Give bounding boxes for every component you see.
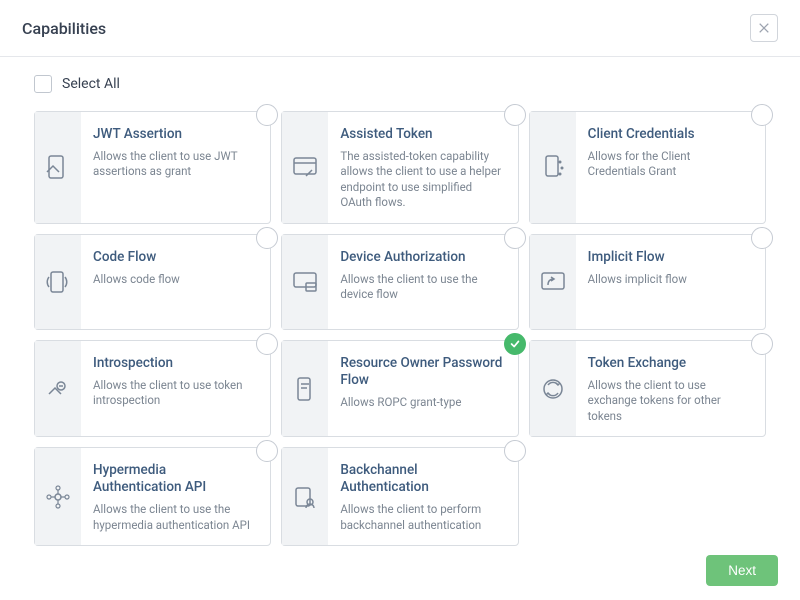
card-select-radio[interactable] [751, 104, 773, 126]
close-button[interactable] [750, 14, 778, 42]
card-content: Resource Owner Password Flow Allows ROPC … [328, 341, 517, 436]
card-content: JWT Assertion Allows the client to use JW… [81, 112, 270, 223]
ropc-icon [282, 341, 328, 436]
card-title: Client Credentials [588, 126, 751, 143]
capability-card-client-credentials[interactable]: Client Credentials Allows for the Client … [529, 111, 766, 224]
next-button[interactable]: Next [706, 555, 778, 586]
card-description: Allows for the Client Credentials Grant [588, 149, 751, 180]
select-all-label: Select All [62, 76, 120, 92]
card-content: Device Authorization Allows the client to… [328, 235, 517, 329]
select-all-checkbox[interactable]: Select All [34, 75, 766, 93]
card-select-radio[interactable] [751, 333, 773, 355]
card-title: Hypermedia Authentication API [93, 462, 256, 496]
card-description: Allows the client to use JWT assertions … [93, 149, 256, 180]
card-title: JWT Assertion [93, 126, 256, 143]
card-select-radio[interactable] [256, 333, 278, 355]
card-description: Allows the client to perform backchannel… [340, 502, 503, 533]
card-title: Implicit Flow [588, 249, 751, 266]
card-content: Introspection Allows the client to use to… [81, 341, 270, 436]
card-select-radio[interactable] [751, 227, 773, 249]
card-select-radio[interactable] [504, 440, 526, 462]
card-select-radio[interactable] [504, 227, 526, 249]
introspection-icon [35, 341, 81, 436]
card-title: Resource Owner Password Flow [340, 355, 503, 389]
card-description: Allows the client to use token introspec… [93, 378, 256, 409]
token-exchange-icon [530, 341, 576, 436]
card-content: Assisted Token The assisted-token capabil… [328, 112, 517, 223]
card-select-radio[interactable] [256, 104, 278, 126]
device-authorization-icon [282, 235, 328, 329]
backchannel-icon [282, 448, 328, 545]
card-description: Allows the client to use exchange tokens… [588, 378, 751, 425]
capability-card-code-flow[interactable]: Code Flow Allows code flow [34, 234, 271, 330]
capability-card-hypermedia[interactable]: Hypermedia Authentication API Allows the … [34, 447, 271, 546]
card-content: Implicit Flow Allows implicit flow [576, 235, 765, 329]
capability-card-ropc[interactable]: Resource Owner Password Flow Allows ROPC … [281, 340, 518, 437]
page-title: Capabilities [22, 19, 106, 38]
card-content: Client Credentials Allows for the Client … [576, 112, 765, 223]
capability-card-backchannel[interactable]: Backchannel Authentication Allows the cli… [281, 447, 518, 546]
card-description: Allows code flow [93, 272, 256, 288]
card-title: Code Flow [93, 249, 256, 266]
card-description: Allows implicit flow [588, 272, 751, 288]
card-select-radio[interactable] [504, 333, 526, 355]
card-description: The assisted-token capability allows the… [340, 149, 503, 211]
jwt-assertion-icon [35, 112, 81, 223]
assisted-token-icon [282, 112, 328, 223]
capability-card-introspection[interactable]: Introspection Allows the client to use to… [34, 340, 271, 437]
card-description: Allows ROPC grant-type [340, 395, 503, 411]
card-title: Token Exchange [588, 355, 751, 372]
card-title: Introspection [93, 355, 256, 372]
code-flow-icon [35, 235, 81, 329]
card-select-radio[interactable] [256, 227, 278, 249]
card-content: Backchannel Authentication Allows the cli… [328, 448, 517, 545]
card-title: Assisted Token [340, 126, 503, 143]
client-credentials-icon [530, 112, 576, 223]
card-content: Token Exchange Allows the client to use e… [576, 341, 765, 436]
card-title: Backchannel Authentication [340, 462, 503, 496]
implicit-flow-icon [530, 235, 576, 329]
card-content: Code Flow Allows code flow [81, 235, 270, 329]
capability-card-device-authorization[interactable]: Device Authorization Allows the client to… [281, 234, 518, 330]
capability-card-jwt-assertion[interactable]: JWT Assertion Allows the client to use JW… [34, 111, 271, 224]
card-description: Allows the client to use the hypermedia … [93, 502, 256, 533]
card-select-radio[interactable] [504, 104, 526, 126]
close-icon [758, 22, 770, 34]
card-content: Hypermedia Authentication API Allows the … [81, 448, 270, 545]
hypermedia-icon [35, 448, 81, 545]
capability-card-assisted-token[interactable]: Assisted Token The assisted-token capabil… [281, 111, 518, 224]
check-icon [509, 338, 521, 350]
card-description: Allows the client to use the device flow [340, 272, 503, 303]
card-title: Device Authorization [340, 249, 503, 266]
checkbox-box [34, 75, 52, 93]
capability-card-token-exchange[interactable]: Token Exchange Allows the client to use e… [529, 340, 766, 437]
capability-card-implicit-flow[interactable]: Implicit Flow Allows implicit flow [529, 234, 766, 330]
card-select-radio[interactable] [256, 440, 278, 462]
